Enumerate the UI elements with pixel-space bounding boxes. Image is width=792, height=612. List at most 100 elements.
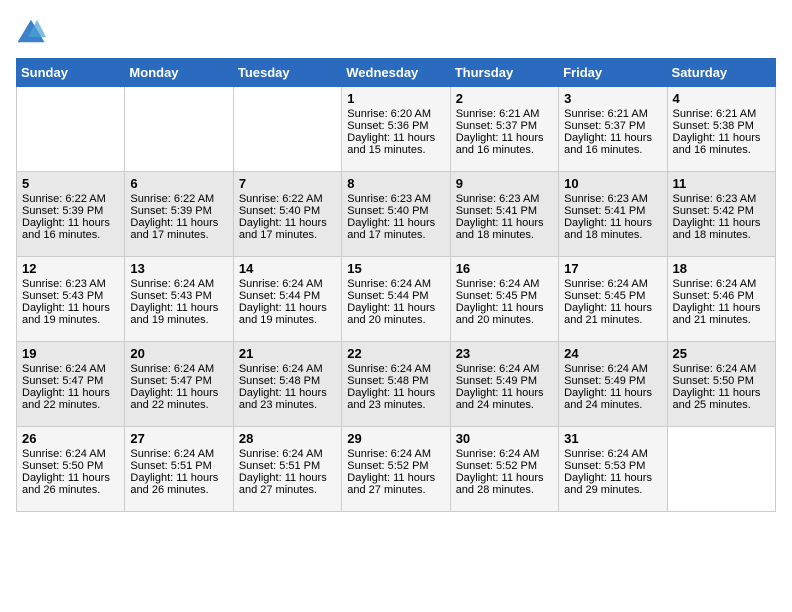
day-info: Sunset: 5:37 PM <box>564 120 661 132</box>
day-number: 5 <box>22 176 119 191</box>
day-info: Sunrise: 6:22 AM <box>22 193 119 205</box>
calendar-cell: 23Sunrise: 6:24 AMSunset: 5:49 PMDayligh… <box>450 342 558 427</box>
day-number: 6 <box>130 176 227 191</box>
day-info: Sunrise: 6:24 AM <box>456 363 553 375</box>
day-info: Sunset: 5:52 PM <box>456 460 553 472</box>
day-info: Daylight: 11 hours and 24 minutes. <box>456 387 553 411</box>
day-info: Sunset: 5:50 PM <box>673 375 770 387</box>
calendar-cell <box>125 87 233 172</box>
day-info: Sunrise: 6:24 AM <box>456 278 553 290</box>
calendar-header-tuesday: Tuesday <box>233 59 341 87</box>
day-info: Daylight: 11 hours and 18 minutes. <box>456 217 553 241</box>
day-info: Sunrise: 6:23 AM <box>456 193 553 205</box>
day-info: Sunset: 5:49 PM <box>456 375 553 387</box>
day-info: Sunrise: 6:24 AM <box>673 363 770 375</box>
day-number: 28 <box>239 431 336 446</box>
day-info: Sunset: 5:36 PM <box>347 120 444 132</box>
calendar-cell: 9 Sunrise: 6:23 AMSunset: 5:41 PMDaylight… <box>450 172 558 257</box>
day-info: Sunset: 5:41 PM <box>456 205 553 217</box>
day-info: Sunrise: 6:21 AM <box>673 108 770 120</box>
day-info: Daylight: 11 hours and 20 minutes. <box>456 302 553 326</box>
day-info: Sunset: 5:43 PM <box>130 290 227 302</box>
day-info: Sunrise: 6:24 AM <box>22 448 119 460</box>
day-info: Sunrise: 6:24 AM <box>239 278 336 290</box>
day-info: Sunrise: 6:22 AM <box>239 193 336 205</box>
calendar-cell: 2Sunrise: 6:21 AMSunset: 5:37 PMDaylight… <box>450 87 558 172</box>
day-info: Sunset: 5:47 PM <box>22 375 119 387</box>
day-info: Sunrise: 6:24 AM <box>564 363 661 375</box>
calendar-week-row: 12Sunrise: 6:23 AMSunset: 5:43 PMDayligh… <box>17 257 776 342</box>
day-number: 12 <box>22 261 119 276</box>
day-info: Sunset: 5:47 PM <box>130 375 227 387</box>
calendar-cell: 5Sunrise: 6:22 AMSunset: 5:39 PMDaylight… <box>17 172 125 257</box>
day-info: Sunset: 5:41 PM <box>564 205 661 217</box>
day-info: Sunrise: 6:24 AM <box>239 363 336 375</box>
day-number: 11 <box>673 176 770 191</box>
day-info: Sunset: 5:48 PM <box>239 375 336 387</box>
day-info: Sunrise: 6:24 AM <box>347 448 444 460</box>
logo <box>16 16 50 46</box>
calendar-cell: 31Sunrise: 6:24 AMSunset: 5:53 PMDayligh… <box>559 427 667 512</box>
calendar-cell: 11Sunrise: 6:23 AMSunset: 5:42 PMDayligh… <box>667 172 775 257</box>
day-number: 13 <box>130 261 227 276</box>
day-number: 27 <box>130 431 227 446</box>
day-info: Daylight: 11 hours and 22 minutes. <box>130 387 227 411</box>
day-info: Sunset: 5:43 PM <box>22 290 119 302</box>
day-info: Daylight: 11 hours and 26 minutes. <box>130 472 227 496</box>
calendar-cell: 14Sunrise: 6:24 AMSunset: 5:44 PMDayligh… <box>233 257 341 342</box>
day-info: Sunrise: 6:21 AM <box>564 108 661 120</box>
day-info: Sunrise: 6:23 AM <box>347 193 444 205</box>
day-info: Daylight: 11 hours and 17 minutes. <box>130 217 227 241</box>
calendar-header-wednesday: Wednesday <box>342 59 450 87</box>
calendar-week-row: 1Sunrise: 6:20 AMSunset: 5:36 PMDaylight… <box>17 87 776 172</box>
calendar-cell: 24Sunrise: 6:24 AMSunset: 5:49 PMDayligh… <box>559 342 667 427</box>
day-info: Sunrise: 6:24 AM <box>130 363 227 375</box>
day-number: 29 <box>347 431 444 446</box>
day-info: Sunset: 5:45 PM <box>456 290 553 302</box>
day-info: Sunset: 5:44 PM <box>347 290 444 302</box>
day-info: Daylight: 11 hours and 23 minutes. <box>347 387 444 411</box>
day-info: Sunrise: 6:23 AM <box>564 193 661 205</box>
day-info: Sunset: 5:38 PM <box>673 120 770 132</box>
day-info: Daylight: 11 hours and 28 minutes. <box>456 472 553 496</box>
calendar-cell: 4Sunrise: 6:21 AMSunset: 5:38 PMDaylight… <box>667 87 775 172</box>
day-number: 31 <box>564 431 661 446</box>
calendar-table: SundayMondayTuesdayWednesdayThursdayFrid… <box>16 58 776 512</box>
calendar-week-row: 26Sunrise: 6:24 AMSunset: 5:50 PMDayligh… <box>17 427 776 512</box>
day-info: Sunset: 5:46 PM <box>673 290 770 302</box>
day-info: Daylight: 11 hours and 16 minutes. <box>564 132 661 156</box>
calendar-cell <box>17 87 125 172</box>
calendar-cell: 25Sunrise: 6:24 AMSunset: 5:50 PMDayligh… <box>667 342 775 427</box>
day-number: 22 <box>347 346 444 361</box>
day-info: Sunrise: 6:24 AM <box>130 448 227 460</box>
day-info: Daylight: 11 hours and 23 minutes. <box>239 387 336 411</box>
day-info: Sunset: 5:51 PM <box>239 460 336 472</box>
logo-icon <box>16 16 46 46</box>
day-info: Daylight: 11 hours and 21 minutes. <box>564 302 661 326</box>
day-number: 26 <box>22 431 119 446</box>
day-number: 25 <box>673 346 770 361</box>
day-info: Sunrise: 6:24 AM <box>673 278 770 290</box>
day-number: 21 <box>239 346 336 361</box>
calendar-cell: 18Sunrise: 6:24 AMSunset: 5:46 PMDayligh… <box>667 257 775 342</box>
day-number: 3 <box>564 91 661 106</box>
calendar-cell: 28 Sunrise: 6:24 AMSunset: 5:51 PMDayligh… <box>233 427 341 512</box>
calendar-cell: 20Sunrise: 6:24 AMSunset: 5:47 PMDayligh… <box>125 342 233 427</box>
day-info: Sunrise: 6:20 AM <box>347 108 444 120</box>
day-info: Daylight: 11 hours and 20 minutes. <box>347 302 444 326</box>
day-info: Daylight: 11 hours and 27 minutes. <box>239 472 336 496</box>
day-info: Daylight: 11 hours and 18 minutes. <box>673 217 770 241</box>
day-info: Daylight: 11 hours and 16 minutes. <box>673 132 770 156</box>
day-info: Sunrise: 6:24 AM <box>239 448 336 460</box>
day-info: Daylight: 11 hours and 19 minutes. <box>22 302 119 326</box>
day-info: Sunrise: 6:24 AM <box>22 363 119 375</box>
day-info: Daylight: 11 hours and 16 minutes. <box>22 217 119 241</box>
day-info: Sunrise: 6:24 AM <box>564 448 661 460</box>
day-number: 9 <box>456 176 553 191</box>
day-info: Sunset: 5:44 PM <box>239 290 336 302</box>
day-info: Daylight: 11 hours and 15 minutes. <box>347 132 444 156</box>
calendar-cell: 22Sunrise: 6:24 AMSunset: 5:48 PMDayligh… <box>342 342 450 427</box>
calendar-cell: 8Sunrise: 6:23 AMSunset: 5:40 PMDaylight… <box>342 172 450 257</box>
day-number: 24 <box>564 346 661 361</box>
day-info: Daylight: 11 hours and 29 minutes. <box>564 472 661 496</box>
